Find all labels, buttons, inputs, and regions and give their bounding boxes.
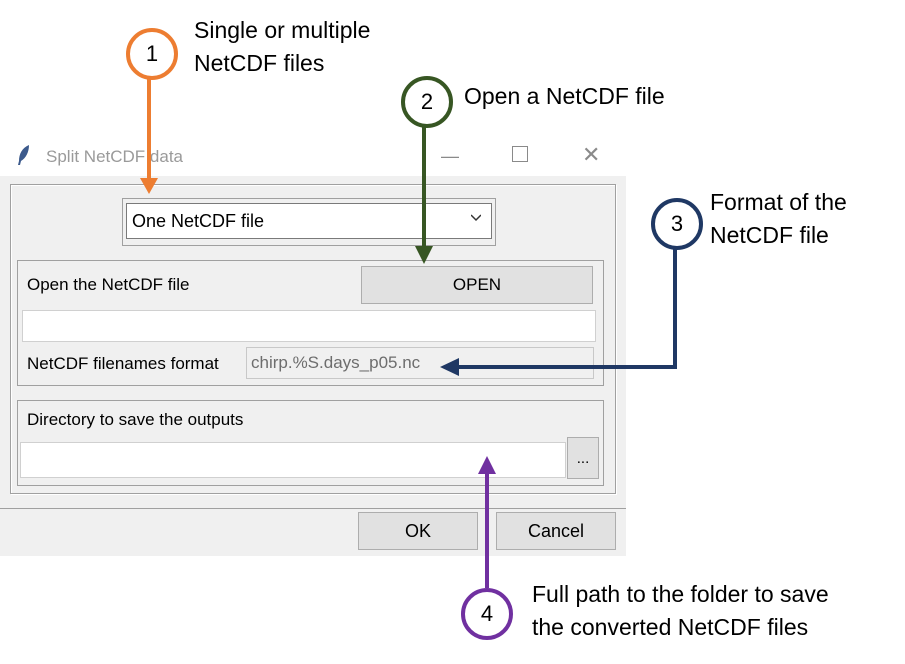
annotation-arrowhead-4: [478, 456, 496, 474]
annotation-text-4-line-1: Full path to the folder to save: [532, 581, 829, 607]
annotation-arrow-3: [455, 244, 677, 369]
annotation-badge-3: 3: [651, 198, 703, 250]
annotation-arrowhead-1: [140, 178, 158, 194]
annotation-text-3-line-2: NetCDF file: [710, 222, 829, 248]
annotation-text-2-line-1: Open a NetCDF file: [464, 83, 665, 109]
annotation-text-3: Format of the NetCDF file: [710, 186, 847, 252]
annotation-badge-2: 2: [401, 76, 453, 128]
annotation-arrowhead-2: [415, 246, 433, 264]
annotation-badge-4: 4: [461, 588, 513, 640]
annotation-text-1: Single or multiple NetCDF files: [194, 14, 370, 80]
annotation-text-1-line-2: NetCDF files: [194, 50, 325, 76]
annotation-text-1-line-1: Single or multiple: [194, 17, 371, 43]
annotation-text-3-line-1: Format of the: [710, 189, 847, 215]
annotation-arrowhead-3: [440, 358, 459, 376]
annotation-badge-1: 1: [126, 28, 178, 80]
annotation-text-4-line-2: the converted NetCDF files: [532, 614, 809, 640]
annotation-text-2: Open a NetCDF file: [464, 80, 665, 113]
annotation-text-4: Full path to the folder to save the conv…: [532, 578, 829, 644]
